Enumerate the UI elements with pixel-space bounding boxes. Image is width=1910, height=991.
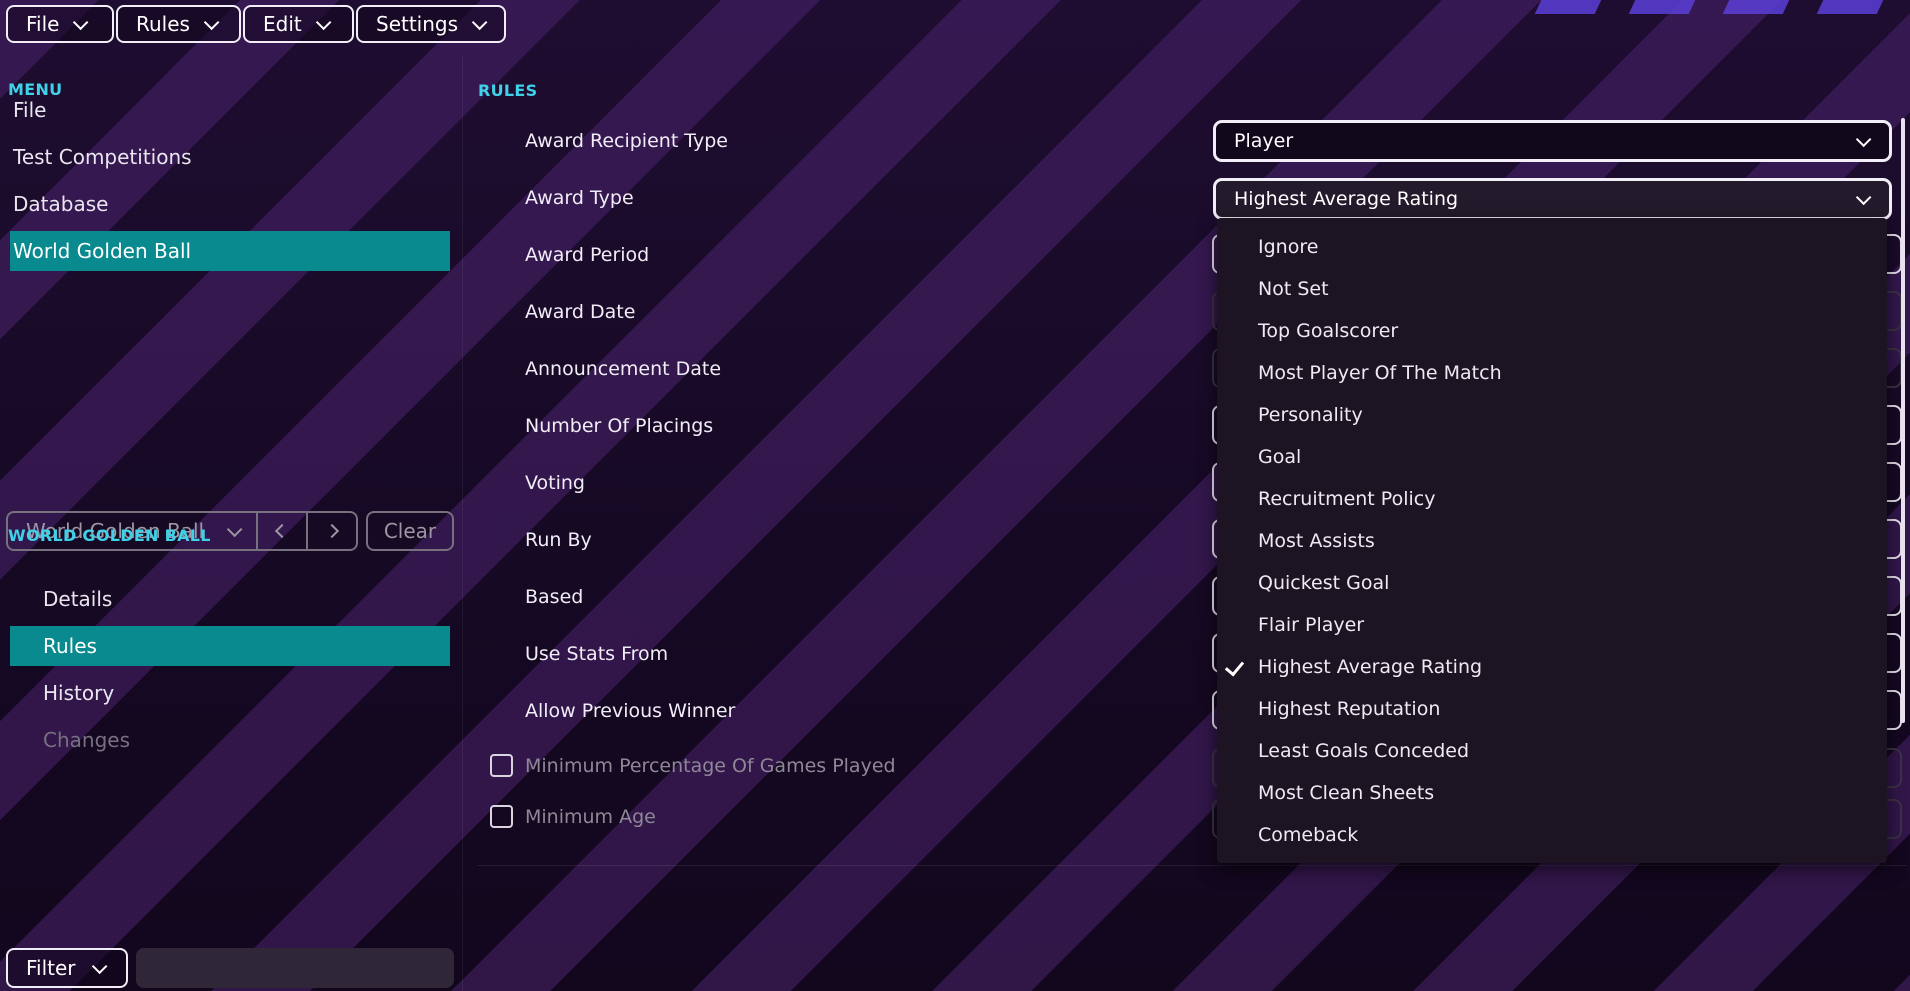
file-menu-button[interactable]: File (6, 5, 114, 43)
award-type-option[interactable]: Not Set (1217, 269, 1887, 309)
award-type-option[interactable]: Comeback (1217, 815, 1887, 855)
rule-label: Award Date (525, 301, 636, 323)
edit-menu-button[interactable]: Edit (243, 5, 354, 43)
rule-label: Use Stats From (525, 643, 669, 665)
competition-nav-item[interactable]: Rules (10, 626, 450, 666)
filter-button[interactable]: Filter (6, 948, 128, 988)
file-menu-label: File (26, 12, 60, 36)
award-type-option[interactable]: Personality (1217, 395, 1887, 435)
competition-nav-item[interactable]: History (10, 673, 450, 713)
next-button[interactable] (308, 513, 356, 549)
settings-menu-label: Settings (376, 12, 459, 36)
competition-heading: WORLD GOLDEN BALL (8, 526, 211, 545)
rule-label: Based (525, 586, 584, 608)
checkbox-row: Minimum Percentage Of Games Played (490, 754, 896, 777)
rule-label: Voting (525, 472, 585, 494)
rules-menu-label: Rules (136, 12, 190, 36)
award-type-option[interactable]: Top Goalscorer (1217, 311, 1887, 351)
checkbox[interactable] (490, 805, 513, 828)
rule-label: Award Period (525, 244, 650, 266)
rules-menu-button[interactable]: Rules (116, 5, 241, 43)
award-type-option-label: Most Player Of The Match (1258, 362, 1502, 384)
filter-label: Filter (26, 956, 76, 980)
chevron-left-icon (274, 523, 290, 539)
rule-label: Allow Previous Winner (525, 700, 736, 722)
rule-label: Award Type (525, 187, 634, 209)
award-type-option-label: Highest Reputation (1258, 698, 1441, 720)
award-type-option-label: Not Set (1258, 278, 1329, 300)
filter-input[interactable] (136, 948, 454, 988)
award-type-option[interactable]: Ignore (1217, 227, 1887, 267)
award-type-option[interactable]: Flair Player (1217, 605, 1887, 645)
chevron-down-icon (1855, 131, 1872, 147)
clear-button[interactable]: Clear (366, 511, 454, 551)
checkbox-row: Minimum Age (490, 805, 656, 828)
decorative-stripes (1534, 0, 1884, 14)
rule-label: Announcement Date (525, 358, 722, 380)
menu-item[interactable]: Database (10, 184, 450, 224)
chevron-down-icon (203, 14, 220, 30)
rule-label: Number Of Placings (525, 415, 714, 437)
menu-item[interactable]: World Golden Ball (10, 231, 450, 271)
competition-nav-item: Changes (43, 728, 130, 752)
award-type-option-label: Highest Average Rating (1258, 656, 1483, 678)
checkmark-icon (1224, 656, 1245, 677)
scrollbar[interactable] (1901, 118, 1905, 723)
chevron-down-icon (91, 958, 107, 974)
award-type-select[interactable]: Highest Average Rating (1213, 178, 1892, 220)
award-type-option[interactable]: Most Assists (1217, 521, 1887, 561)
award-type-option-label: Goal (1258, 446, 1302, 468)
award-type-option-label: Top Goalscorer (1258, 320, 1399, 342)
award-type-option[interactable]: Least Goals Conceded (1217, 731, 1887, 771)
chevron-down-icon (226, 521, 243, 537)
award-recipient-type-value: Player (1234, 130, 1294, 152)
menu-item[interactable]: Test Competitions (10, 137, 450, 177)
award-type-option-label: Most Clean Sheets (1258, 782, 1435, 804)
previous-button[interactable] (258, 513, 308, 549)
chevron-down-icon (471, 14, 488, 30)
chevron-down-icon (315, 14, 332, 30)
settings-menu-button[interactable]: Settings (356, 5, 506, 43)
rule-label: Award Recipient Type (525, 130, 728, 152)
award-recipient-type-select[interactable]: Player (1213, 120, 1892, 162)
award-type-option-label: Quickest Goal (1258, 572, 1390, 594)
award-type-value: Highest Average Rating (1234, 188, 1459, 210)
award-type-option-label: Comeback (1258, 824, 1359, 846)
checkbox-label: Minimum Percentage Of Games Played (525, 754, 896, 777)
rules-heading: RULES (478, 81, 538, 100)
checkbox-label: Minimum Age (525, 805, 656, 828)
menu-item[interactable]: File (10, 90, 450, 130)
award-type-option-label: Personality (1258, 404, 1363, 426)
checkbox[interactable] (490, 754, 513, 777)
rule-label: Run By (525, 529, 592, 551)
award-type-option-label: Recruitment Policy (1258, 488, 1436, 510)
award-type-option-label: Most Assists (1258, 530, 1375, 552)
award-type-option[interactable]: Goal (1217, 437, 1887, 477)
divider (477, 865, 1907, 866)
chevron-down-icon (1855, 189, 1872, 205)
award-type-option-label: Least Goals Conceded (1258, 740, 1470, 762)
left-panel: MENU File Test Competitions Database World … (0, 55, 463, 991)
award-type-option-label: Flair Player (1258, 614, 1365, 636)
award-type-option[interactable]: Highest Average Rating (1217, 647, 1887, 687)
competition-nav-item[interactable]: Details (10, 579, 450, 619)
award-type-option[interactable]: Most Clean Sheets (1217, 773, 1887, 813)
edit-menu-label: Edit (263, 12, 302, 36)
award-type-options-list: Ignore Not Set Top Goalscorer Most Player O… (1217, 218, 1887, 863)
award-type-option[interactable]: Quickest Goal (1217, 563, 1887, 603)
award-type-option[interactable]: Recruitment Policy (1217, 479, 1887, 519)
chevron-down-icon (73, 14, 89, 30)
award-type-option[interactable]: Highest Reputation (1217, 689, 1887, 729)
award-type-option-label: Ignore (1258, 236, 1319, 258)
award-type-option[interactable]: Most Player Of The Match (1217, 353, 1887, 393)
chevron-right-icon (324, 523, 340, 539)
